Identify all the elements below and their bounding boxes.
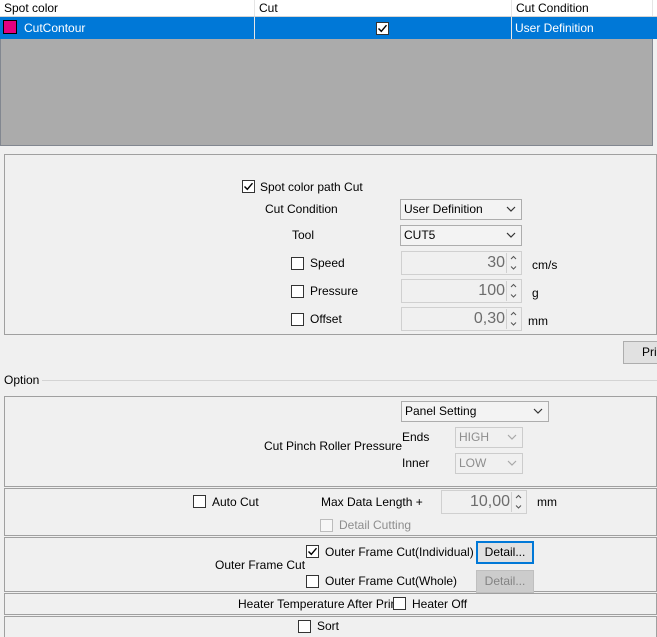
outer-frame-whole-detail-button[interactable]: Detail...: [476, 570, 534, 593]
chevron-down-icon: [506, 232, 516, 238]
spot-color-table[interactable]: Spot color Cut Cut Condition CutContour …: [0, 0, 657, 146]
spin-up-icon: [510, 283, 517, 288]
cell-cut-condition: User Definition: [515, 21, 594, 35]
ends-dropdown[interactable]: HIGH: [455, 427, 523, 448]
detail-button-label: Detail...: [484, 574, 526, 588]
chevron-down-icon: [533, 408, 543, 414]
speed-spinner[interactable]: 30: [401, 251, 522, 275]
inner-label: Inner: [402, 456, 430, 470]
spot-path-cut-label: Spot color path Cut: [260, 180, 363, 194]
cell-spot-color: CutContour: [0, 17, 255, 39]
pinch-roller-label: Cut Pinch Roller Pressure: [264, 439, 403, 453]
column-header-spot-color[interactable]: Spot color: [0, 0, 255, 16]
column-header-cut[interactable]: Cut: [255, 0, 512, 16]
table-row[interactable]: CutContour User Definition: [0, 17, 657, 39]
outer-frame-whole-label: Outer Frame Cut(Whole): [325, 574, 458, 588]
spin-up-icon: [510, 255, 517, 260]
option-divider: [42, 380, 657, 381]
detail-cutting-label: Detail Cutting: [339, 518, 412, 532]
pressure-unit: g: [532, 286, 539, 300]
color-swatch: [3, 20, 17, 34]
sort-label: Sort: [317, 619, 340, 633]
check-icon: [308, 547, 318, 556]
pressure-spinner[interactable]: 100: [401, 279, 522, 303]
check-icon: [378, 24, 388, 33]
auto-cut-checkbox[interactable]: [193, 495, 206, 508]
sort-checkbox[interactable]: [298, 620, 311, 633]
speed-unit: cm/s: [532, 258, 558, 272]
chevron-down-icon: [507, 434, 517, 440]
speed-label: Speed: [310, 256, 345, 270]
tool-value: CUT5: [404, 228, 436, 242]
inner-dropdown[interactable]: LOW: [455, 453, 523, 474]
offset-spinner[interactable]: 0,30: [401, 307, 522, 331]
offset-checkbox[interactable]: [291, 313, 304, 326]
spin-down-icon: [515, 505, 522, 509]
spin-down-icon: [510, 266, 517, 270]
outer-frame-individual-label: Outer Frame Cut(Individual): [325, 545, 474, 559]
auto-cut-label: Auto Cut: [212, 495, 259, 509]
tool-label: Tool: [292, 228, 315, 242]
max-data-length-value: 10,00: [469, 493, 510, 510]
tool-dropdown[interactable]: CUT5: [400, 225, 522, 246]
cut-condition-label: Cut Condition: [265, 202, 338, 216]
heater-off-label: Heater Off: [412, 597, 468, 611]
pressure-value: 100: [478, 282, 505, 299]
spin-up-icon: [510, 311, 517, 316]
option-section-label: Option: [4, 373, 40, 387]
chevron-down-icon: [506, 206, 516, 212]
inner-value: LOW: [459, 456, 487, 470]
spin-down-icon: [510, 294, 517, 298]
cut-condition-dropdown[interactable]: User Definition: [400, 199, 522, 220]
ends-value: HIGH: [459, 430, 489, 444]
chevron-down-icon: [507, 460, 517, 466]
outer-frame-individual-checkbox[interactable]: [306, 545, 319, 558]
cut-condition-value: User Definition: [404, 202, 483, 216]
max-data-length-spinner[interactable]: 10,00: [441, 490, 527, 514]
row-cut-checkbox[interactable]: [376, 22, 389, 35]
offset-label: Offset: [310, 312, 342, 326]
panel-setting-value: Panel Setting: [405, 404, 477, 418]
pressure-checkbox[interactable]: [291, 285, 304, 298]
detail-button-label: Detail...: [484, 545, 526, 559]
table-header: Spot color Cut Cut Condition: [0, 0, 657, 17]
spot-color-name: CutContour: [24, 21, 86, 35]
max-data-length-label: Max Data Length +: [321, 495, 423, 509]
check-icon: [244, 182, 254, 191]
print-button[interactable]: Print: [623, 341, 657, 364]
outer-frame-cut-label: Outer Frame Cut: [215, 558, 306, 572]
cell-cut: [255, 17, 512, 39]
speed-checkbox[interactable]: [291, 257, 304, 270]
pressure-spin-buttons[interactable]: [506, 281, 520, 301]
speed-value: 30: [487, 254, 505, 271]
outer-frame-whole-checkbox[interactable]: [306, 575, 319, 588]
print-button-label: Print: [642, 345, 657, 359]
outer-frame-detail-button[interactable]: Detail...: [476, 541, 534, 564]
heater-temperature-label: Heater Temperature After Print: [238, 597, 401, 611]
spin-up-icon: [515, 494, 522, 499]
heater-off-checkbox[interactable]: [393, 597, 406, 610]
column-header-cut-condition[interactable]: Cut Condition: [512, 0, 653, 16]
max-data-length-unit: mm: [537, 495, 557, 509]
spot-path-cut-checkbox[interactable]: [242, 180, 255, 193]
offset-value: 0,30: [473, 310, 505, 327]
ends-label: Ends: [402, 430, 430, 444]
detail-cutting-checkbox[interactable]: [320, 519, 333, 532]
spin-down-icon: [510, 322, 517, 326]
panel-setting-dropdown[interactable]: Panel Setting: [401, 401, 549, 422]
speed-spin-buttons[interactable]: [506, 253, 520, 273]
offset-spin-buttons[interactable]: [506, 309, 520, 329]
offset-unit: mm: [528, 314, 548, 328]
pressure-label: Pressure: [310, 284, 359, 298]
max-data-length-spin-buttons[interactable]: [511, 492, 525, 512]
